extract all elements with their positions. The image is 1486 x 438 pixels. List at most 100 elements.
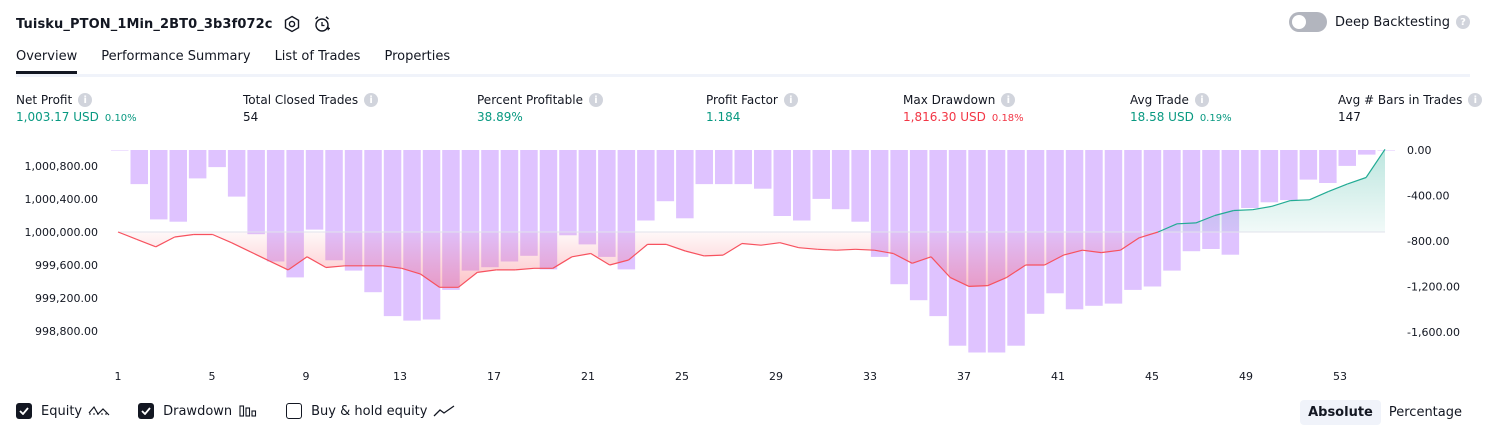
right-axis-tick-label: -1,600.00 [1407, 326, 1460, 339]
left-axis-tick-label: 1,000,000.00 [25, 226, 98, 239]
legend-equity[interactable]: Equity [16, 403, 110, 419]
drawdown-bar [909, 150, 928, 301]
equity-wave-icon [88, 404, 110, 418]
drawdown-bar [1260, 150, 1279, 203]
info-icon[interactable]: i [1194, 93, 1209, 107]
mode-absolute[interactable]: Absolute [1300, 400, 1381, 425]
scale-mode-switch: Absolute Percentage [1300, 400, 1470, 425]
help-icon[interactable]: ? [1456, 15, 1470, 29]
info-icon[interactable]: i [364, 93, 379, 107]
mode-percentage[interactable]: Percentage [1381, 400, 1470, 425]
left-axis-tick-label: 999,600.00 [35, 259, 98, 272]
drawdown-bar [637, 150, 655, 221]
x-axis-tick-label: 33 [863, 370, 877, 383]
left-axis-tick-label: 998,800.00 [35, 325, 98, 338]
drawdown-bar [1202, 150, 1220, 249]
metric-value: 38.89% [477, 110, 523, 124]
drawdown-bar [1046, 150, 1064, 294]
drawdown-bar [1104, 150, 1123, 304]
drawdown-bar [831, 150, 850, 210]
drawdown-bar [1377, 150, 1395, 151]
drawdown-bar [150, 150, 168, 220]
x-axis-tick-label: 21 [581, 370, 595, 383]
metric-percent: 0.18% [991, 113, 1024, 124]
buyhold-line-icon [433, 404, 455, 418]
legend-label: Buy & hold equity [311, 403, 428, 419]
tab-performance-summary[interactable]: Performance Summary [101, 44, 250, 71]
x-axis-tick-label: 25 [675, 370, 689, 383]
checkbox-checked-icon[interactable] [138, 403, 155, 419]
metric-label: Total Closed Trades [243, 93, 359, 107]
drawdown-bar [188, 150, 207, 179]
x-axis-tick-label: 9 [303, 370, 310, 383]
x-axis-tick-label: 37 [957, 370, 971, 383]
drawdown-bar [364, 150, 382, 293]
drawdown-bar [1358, 150, 1376, 155]
metric-total-closed-trades: Total Closed Trades i 54 [243, 93, 379, 124]
drawdown-bar [559, 150, 577, 236]
metrics-row: Net Profit i 1,003.17 USD 0.10% Total Clos… [0, 93, 1486, 133]
info-icon[interactable]: i [78, 93, 93, 107]
metric-value: 1,003.17 USD [16, 110, 99, 124]
strategy-name: Tuisku_PTON_1Min_2BT0_3b3f072c [16, 16, 273, 32]
info-icon[interactable]: i [783, 93, 798, 107]
drawdown-bar [1085, 150, 1103, 306]
tab-overview[interactable]: Overview [16, 44, 78, 74]
drawdown-bar [1124, 150, 1142, 290]
drawdown-bar [130, 150, 148, 185]
tab-properties[interactable]: Properties [384, 44, 450, 71]
drawdown-bar [111, 150, 129, 151]
info-icon[interactable]: i [1001, 93, 1016, 107]
drawdown-bar [793, 150, 811, 221]
metric-value: 18.58 USD [1130, 110, 1194, 124]
metric-value: 1.184 [706, 110, 741, 124]
drawdown-bar [715, 150, 733, 185]
drawdown-bar [1241, 150, 1259, 208]
drawdown-bars-icon [238, 404, 258, 418]
tab-list-of-trades[interactable]: List of Trades [275, 44, 361, 71]
drawdown-bar [1065, 150, 1084, 310]
drawdown-bar [305, 150, 324, 230]
info-icon[interactable]: i [588, 93, 603, 107]
deep-backtesting-toggle[interactable] [1288, 12, 1327, 32]
drawdown-bar [1163, 150, 1181, 271]
equity-drawdown-chart: 1,000,800.00 1,000,400.00 1,000,000.00 999,… [25, 144, 1460, 383]
left-axis-tick-label: 999,200.00 [35, 292, 98, 305]
equity-line-segment [1233, 209, 1253, 212]
legend-buy-hold[interactable]: Buy & hold equity [286, 403, 455, 419]
checkbox-checked-icon[interactable] [16, 403, 32, 419]
drawdown-bar [754, 150, 772, 189]
metric-avg-trade: Avg Trade i 18.58 USD 0.19% [1130, 93, 1232, 124]
legend-drawdown[interactable]: Drawdown [138, 403, 258, 419]
metric-percent: 0.19% [1199, 113, 1232, 124]
info-icon[interactable]: i [1468, 93, 1483, 107]
drawdown-bar [695, 150, 713, 185]
x-axis-tick-label: 5 [209, 370, 216, 383]
add-alert-icon[interactable] [311, 13, 333, 35]
drawdown-bar [1280, 150, 1298, 201]
right-axis-tick-label: -1,200.00 [1407, 281, 1460, 294]
metric-label: Profit Factor [706, 93, 778, 107]
metric-label: Net Profit [16, 93, 73, 107]
drawdown-bar [851, 150, 869, 222]
metric-profit-factor: Profit Factor i 1.184 [706, 93, 798, 124]
report-tabs: Overview Performance Summary List of Tra… [16, 44, 1470, 77]
deep-backtesting: Deep Backtesting ? [1288, 12, 1470, 32]
legend-label: Drawdown [163, 403, 233, 419]
left-axis-tick-label: 1,000,400.00 [25, 193, 98, 206]
legend-label: Equity [41, 403, 83, 419]
right-axis-tick-label: -800.00 [1407, 235, 1449, 248]
metric-avg-bars: Avg # Bars in Trades i 147 [1338, 93, 1483, 124]
drawdown-bar [227, 150, 246, 197]
settings-icon[interactable] [281, 13, 303, 35]
drawdown-bar [169, 150, 187, 222]
x-axis-tick-label: 1 [115, 370, 122, 383]
x-axis-tick-label: 45 [1145, 370, 1159, 383]
checkbox-unchecked-icon[interactable] [286, 403, 303, 419]
chart-legend: Equity Drawdown Buy & hold equity [16, 403, 483, 419]
drawdown-bar [247, 150, 265, 235]
metric-label: Max Drawdown [903, 93, 996, 107]
drawdown-bar [676, 150, 694, 219]
drawdown-bar [734, 150, 752, 185]
equity-line-segment [704, 254, 724, 257]
